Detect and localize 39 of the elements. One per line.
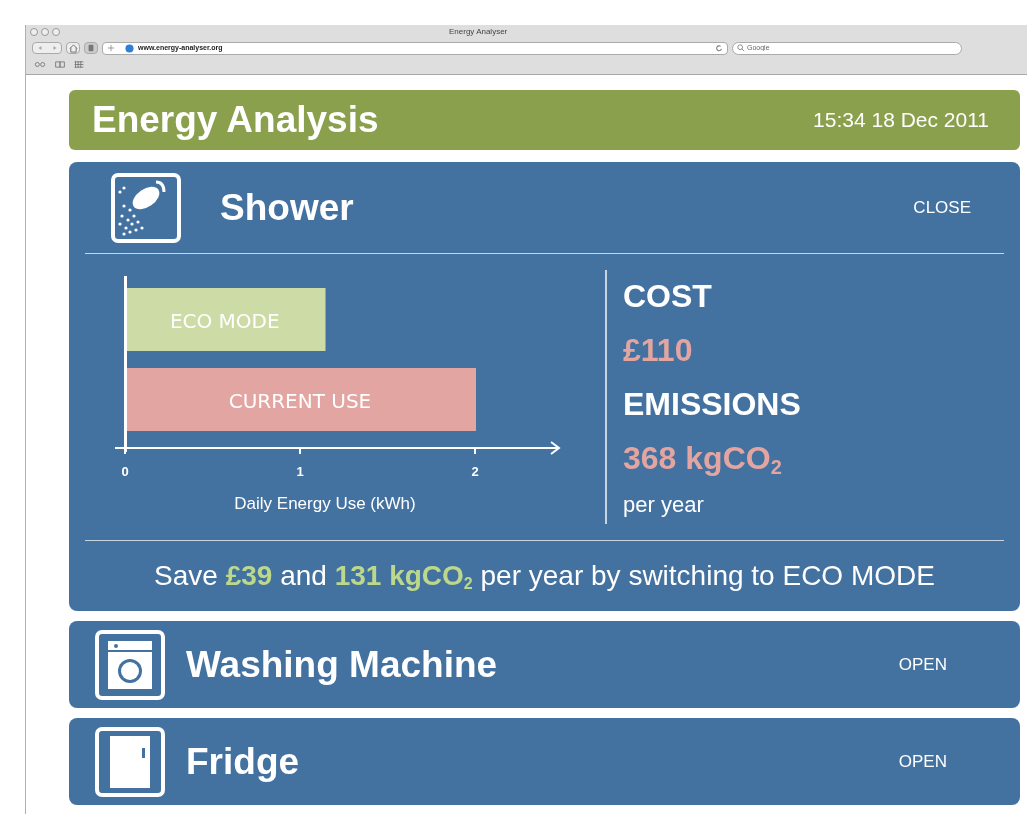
toggle-link[interactable]: OPEN (898, 748, 995, 775)
appliance-name: Washing Machine (186, 642, 498, 687)
back-forward-buttons[interactable] (32, 42, 62, 54)
window-close-button[interactable] (30, 28, 38, 36)
fridge-icon (94, 725, 166, 798)
toggle-link[interactable]: CLOSE (913, 194, 979, 221)
tabs-icon (87, 44, 95, 52)
date-time: 15:34 18 Dec 2011 (813, 107, 990, 134)
stat-value: 368 kgCO$_{2}$ (623, 439, 783, 480)
savings-message: Save £39 and 131 kgCO$_{2}$ per year by switching to ECO MODE (154, 559, 935, 594)
appliance-name: Shower (220, 185, 354, 230)
reload-icon (715, 44, 723, 52)
window-zoom-button[interactable] (52, 28, 60, 36)
globe-icon (125, 43, 134, 53)
add-icon (107, 44, 115, 52)
stat-note: per year (623, 491, 705, 519)
toggle-link[interactable]: OPEN (898, 651, 995, 678)
bookmarks-icon[interactable] (54, 60, 66, 68)
grid-icon[interactable] (74, 60, 84, 68)
axis-label: Daily Energy Use (kWh) (234, 494, 416, 513)
page-title: Energy Analysis (92, 98, 379, 143)
tick-label: 2 (471, 464, 479, 479)
shower-icon (110, 171, 182, 244)
tick-label: 0 (121, 464, 129, 479)
stat-value: £110 (623, 331, 694, 370)
home-button[interactable] (66, 42, 80, 54)
stat-label: EMISSIONS (623, 385, 802, 424)
bar-label: ECO MODE (169, 309, 280, 333)
window-title: Energy Analyser (449, 26, 508, 38)
search-icon (737, 44, 745, 52)
home-icon (68, 43, 78, 53)
window-minimize-button[interactable] (41, 28, 49, 36)
washer-icon (94, 628, 166, 701)
reading-list-icon[interactable] (34, 60, 46, 68)
stat-label: COST (623, 277, 713, 316)
tick-label: 1 (296, 464, 304, 479)
appliance-name: Fridge (186, 739, 300, 784)
tabs-button[interactable] (84, 42, 98, 54)
bar-label: CURRENT USE (228, 389, 372, 413)
